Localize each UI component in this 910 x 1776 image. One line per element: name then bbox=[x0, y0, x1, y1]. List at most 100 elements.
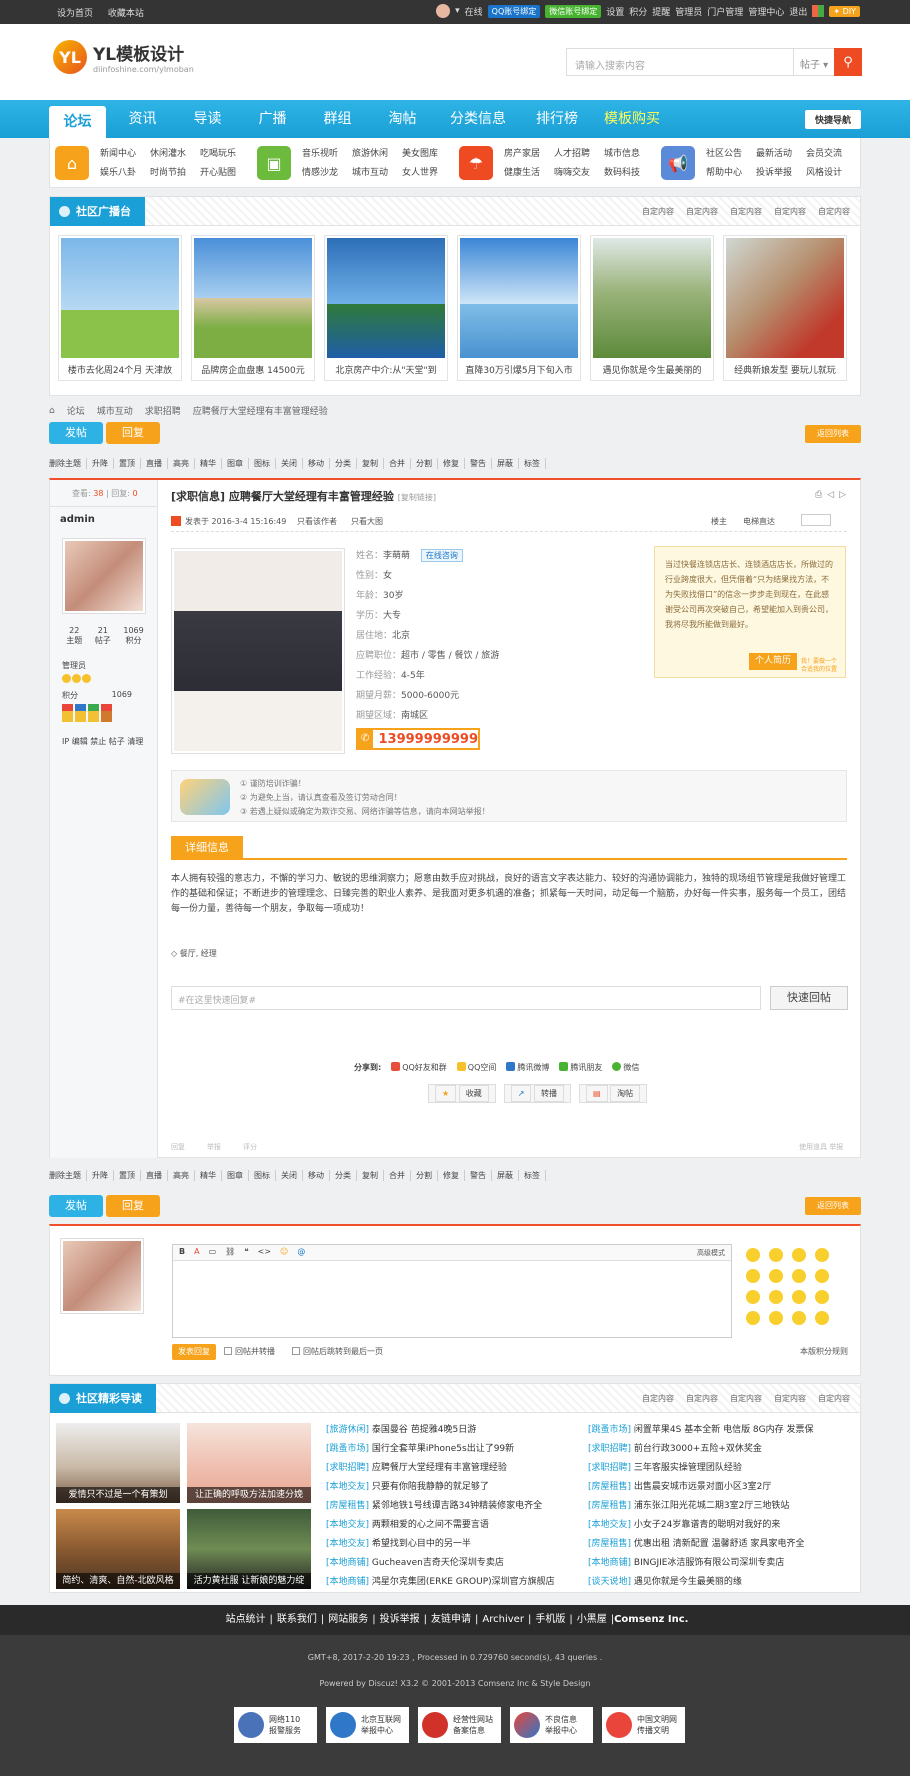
repost-button[interactable]: ↗ 转播 bbox=[503, 1084, 571, 1103]
smiley-icon[interactable] bbox=[769, 1311, 783, 1325]
new-post-button-bottom[interactable]: 发帖 bbox=[49, 1195, 103, 1217]
mod-action[interactable]: 关闭 bbox=[276, 458, 303, 469]
author-avatar[interactable] bbox=[62, 538, 146, 614]
footer-link[interactable]: 手机版 bbox=[531, 1614, 569, 1625]
smiley-icon[interactable] bbox=[792, 1269, 806, 1283]
mod-action[interactable]: 修复 bbox=[438, 1170, 465, 1181]
category-link[interactable]: 时尚节拍 bbox=[150, 165, 200, 178]
post-footer-report[interactable]: 举报 bbox=[207, 1142, 221, 1152]
list-item[interactable]: [本地商铺] BINGJIE冰洁服饰有限公司深圳专卖店 bbox=[588, 1554, 856, 1573]
list-item[interactable]: [求职招聘] 前台行政3000+五险+双休奖金 bbox=[588, 1440, 856, 1459]
mod-action[interactable]: 精华 bbox=[195, 1170, 222, 1181]
nav-news[interactable]: 资讯 bbox=[114, 100, 171, 138]
list-item[interactable]: [房屋租售] 浦东张江阳光花城二期3室2厅三地铁站 bbox=[588, 1497, 856, 1516]
guide-image-card[interactable]: 让正确的呼吸方法加速分娩 bbox=[187, 1423, 311, 1503]
copy-link[interactable]: [复制链接] bbox=[398, 493, 436, 502]
medal-icon[interactable] bbox=[101, 704, 112, 722]
detail-tab[interactable]: 详细信息 bbox=[171, 836, 243, 860]
footer-link[interactable]: 小黑屋 bbox=[573, 1614, 611, 1625]
nav-forum[interactable]: 论坛 bbox=[49, 106, 106, 138]
mod-action[interactable]: 复制 bbox=[357, 1170, 384, 1181]
avatar[interactable] bbox=[436, 4, 451, 18]
stat-posts[interactable]: 21 帖子 bbox=[95, 626, 111, 646]
category-link[interactable]: 娱乐八卦 bbox=[100, 165, 150, 178]
category-link[interactable]: 数码科技 bbox=[604, 165, 654, 178]
stat-points[interactable]: 1069 积分 bbox=[123, 626, 143, 646]
category-link[interactable]: 女人世界 bbox=[402, 165, 452, 178]
list-item[interactable]: [谈天说地] 遇见你就是今生最美丽的缘 bbox=[588, 1573, 856, 1592]
badge-icp[interactable]: 经营性网站 备案信息 bbox=[418, 1707, 501, 1743]
mod-action[interactable]: 置顶 bbox=[114, 458, 141, 469]
category-link[interactable]: 吃喝玩乐 bbox=[200, 146, 250, 159]
category-link[interactable]: 美女图库 bbox=[402, 146, 452, 159]
mod-action[interactable]: 分类 bbox=[330, 458, 357, 469]
set-homepage-link[interactable]: 设为首页 bbox=[57, 9, 93, 19]
mod-action[interactable]: 移动 bbox=[303, 1170, 330, 1181]
new-post-button[interactable]: 发帖 bbox=[49, 422, 103, 444]
medal-icon[interactable] bbox=[62, 704, 73, 722]
nav-group[interactable]: 群组 bbox=[309, 100, 366, 138]
mod-action[interactable]: 置顶 bbox=[114, 1170, 141, 1181]
author-name[interactable]: admin bbox=[60, 514, 95, 525]
smiley-icon[interactable] bbox=[746, 1248, 760, 1262]
mod-action[interactable]: 分割 bbox=[411, 458, 438, 469]
category-link[interactable]: 城市信息 bbox=[604, 146, 654, 159]
gallery-item[interactable]: 品牌房企血盘惠 14500元 bbox=[191, 235, 315, 381]
category-link[interactable]: 会员交流 bbox=[806, 146, 856, 159]
admin-links[interactable]: IP 编辑 禁止 帖子 清理 bbox=[62, 736, 143, 747]
smiley-icon[interactable] bbox=[815, 1290, 829, 1304]
mod-action[interactable]: 分割 bbox=[411, 1170, 438, 1181]
gallery-item[interactable]: 北京房产中介:从"天堂"到 bbox=[324, 235, 448, 381]
custom-link[interactable]: 自定内容 bbox=[686, 206, 718, 217]
nav-broadcast[interactable]: 广播 bbox=[244, 100, 301, 138]
list-item[interactable]: [本地交友] 两颗相爱的心之间不需要言语 bbox=[326, 1516, 586, 1535]
floor-jump-input[interactable] bbox=[801, 514, 831, 526]
list-item[interactable]: [旅游休闲] 泰国曼谷 芭提雅4晚5日游 bbox=[326, 1421, 586, 1440]
category-link[interactable]: 休闲灌水 bbox=[150, 146, 200, 159]
mod-action[interactable]: 图标 bbox=[249, 1170, 276, 1181]
breadcrumb-item[interactable]: 论坛 bbox=[67, 404, 85, 417]
mod-action[interactable]: 移动 bbox=[303, 458, 330, 469]
chevron-down-icon[interactable]: ▾ bbox=[455, 6, 460, 16]
my-avatar[interactable] bbox=[60, 1238, 144, 1314]
breadcrumb-item[interactable]: 求职招聘 bbox=[145, 404, 181, 417]
gallery-item[interactable]: 楼市去化周24个月 天津放 bbox=[58, 235, 182, 381]
smiley-icon[interactable] bbox=[746, 1290, 760, 1304]
mod-action[interactable]: 直播 bbox=[141, 458, 168, 469]
submit-reply-button[interactable]: 发表回复 bbox=[172, 1344, 216, 1360]
link-icon[interactable]: ⛓ bbox=[225, 1247, 235, 1258]
gallery-item[interactable]: 直降30万引爆5月下旬入市 bbox=[457, 235, 581, 381]
jump-last-checkbox[interactable]: 回帖后跳转到最后一页 bbox=[292, 1346, 383, 1357]
guide-image-card[interactable]: 简约、清爽、自然-北欧风格 bbox=[56, 1509, 180, 1589]
custom-link[interactable]: 自定内容 bbox=[730, 206, 762, 217]
smiley-icon[interactable] bbox=[792, 1248, 806, 1262]
list-item[interactable]: [本地交友] 希望找到心目中的另一半 bbox=[326, 1535, 586, 1554]
footer-link[interactable]: Archiver bbox=[478, 1614, 528, 1625]
mod-action[interactable]: 合并 bbox=[384, 458, 411, 469]
footer-link[interactable]: 站点统计 bbox=[222, 1614, 270, 1625]
nav-collection[interactable]: 淘帖 bbox=[374, 100, 431, 138]
at-icon[interactable]: @ bbox=[297, 1247, 305, 1258]
prev-icon[interactable]: ◁ bbox=[827, 490, 834, 500]
share-wechat[interactable]: 微信 bbox=[612, 1062, 639, 1073]
badge-bad-info[interactable]: 不良信息 举报中心 bbox=[510, 1707, 593, 1743]
mod-action[interactable]: 高亮 bbox=[168, 458, 195, 469]
mod-action[interactable]: 直播 bbox=[141, 1170, 168, 1181]
share-qzone[interactable]: QQ空间 bbox=[456, 1062, 496, 1073]
points-rules-link[interactable]: 本版积分规则 bbox=[800, 1346, 848, 1357]
remind-link[interactable]: 提醒 bbox=[652, 5, 670, 18]
qq-bind-button[interactable]: QQ账号绑定 bbox=[487, 4, 541, 18]
back-to-list-button-bottom[interactable]: 返回列表 bbox=[805, 1197, 861, 1215]
list-item[interactable]: [跳蚤市场] 闲置苹果4S 基本全新 电信版 8G内存 发票保 bbox=[588, 1421, 856, 1440]
nav-buy-template[interactable]: 模板购买 bbox=[597, 100, 667, 138]
mod-action[interactable]: 屏蔽 bbox=[492, 1170, 519, 1181]
nav-ranking[interactable]: 排行榜 bbox=[525, 100, 589, 138]
category-link[interactable]: 人才招聘 bbox=[554, 146, 604, 159]
footer-link[interactable]: 联系我们 bbox=[273, 1614, 321, 1625]
custom-link[interactable]: 自定内容 bbox=[642, 206, 674, 217]
smiley-icon[interactable]: ☺ bbox=[280, 1247, 288, 1258]
category-link[interactable]: 情感沙龙 bbox=[302, 165, 352, 178]
guide-image-card[interactable]: 爱情只不过是一个有策划 bbox=[56, 1423, 180, 1503]
mod-action[interactable]: 精华 bbox=[195, 458, 222, 469]
medal-icon[interactable] bbox=[88, 704, 99, 722]
